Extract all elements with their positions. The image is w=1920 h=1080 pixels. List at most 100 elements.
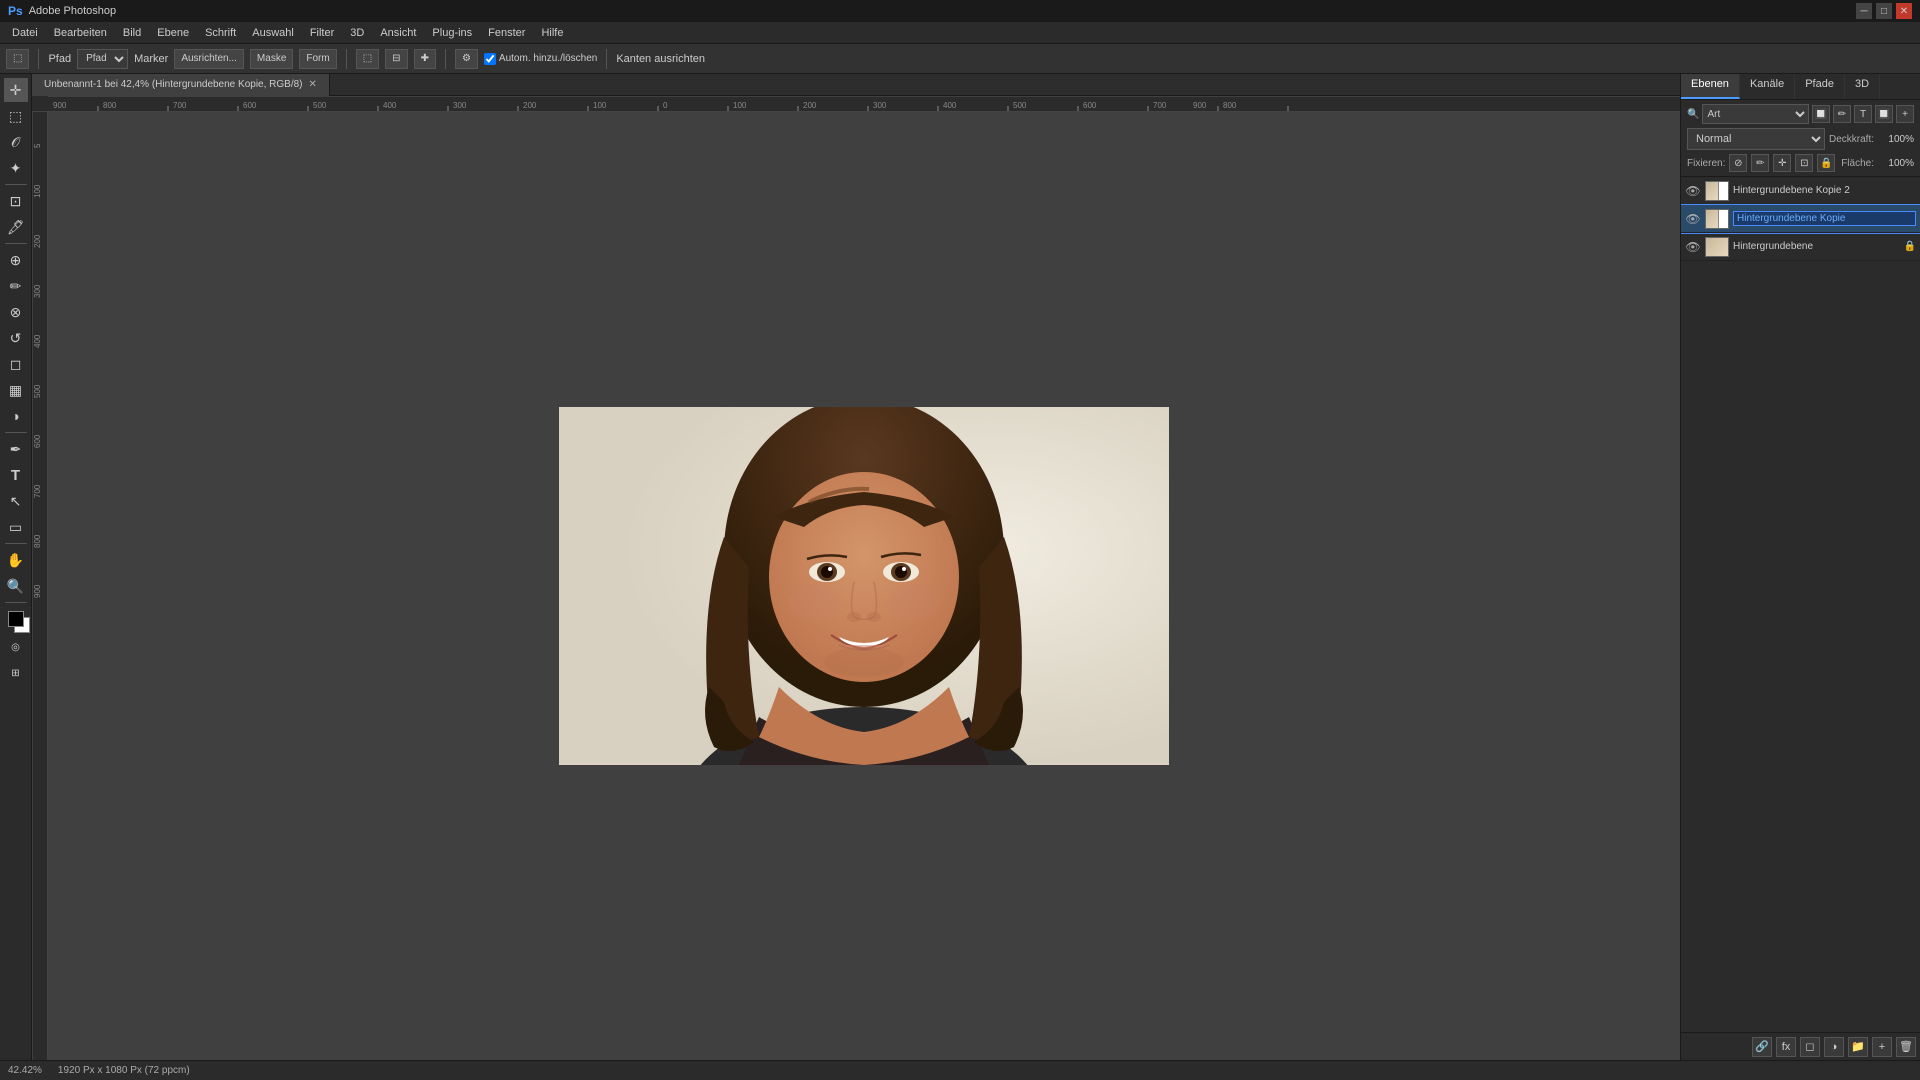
select-region-btn3[interactable]: ✚ xyxy=(414,49,436,69)
tool-magic-wand[interactable]: ✦ xyxy=(4,156,28,180)
status-bar: 42.42% 1920 Px x 1080 Px (72 ppcm) xyxy=(0,1060,1920,1080)
menu-ebene[interactable]: Ebene xyxy=(149,25,197,41)
lock-position-btn[interactable]: ✛ xyxy=(1773,154,1791,172)
lock-transparent-btn[interactable]: ⊘ xyxy=(1729,154,1747,172)
menu-datei[interactable]: Datei xyxy=(4,25,46,41)
svg-text:200: 200 xyxy=(803,101,817,110)
sep-1 xyxy=(38,49,39,69)
settings-btn[interactable]: ⚙ xyxy=(455,49,478,69)
tool-healing[interactable]: ⊕ xyxy=(4,248,28,272)
filter-type-dropdown[interactable]: Art xyxy=(1702,104,1809,124)
maximize-button[interactable]: □ xyxy=(1876,3,1892,19)
svg-text:200: 200 xyxy=(33,234,42,248)
svg-text:0: 0 xyxy=(663,101,668,110)
tool-lasso[interactable]: 𝒪 xyxy=(4,130,28,154)
tab-kanaele[interactable]: Kanäle xyxy=(1740,74,1795,99)
layer-adjustment-btn[interactable]: ◑ xyxy=(1824,1037,1844,1057)
tool-zoom[interactable]: 🔍 xyxy=(4,574,28,598)
menu-plugins[interactable]: Plug-ins xyxy=(424,25,480,41)
close-button[interactable]: ✕ xyxy=(1896,3,1912,19)
screen-mode-btn[interactable]: ⊞ xyxy=(4,661,28,685)
layer-thumbnail-1 xyxy=(1705,237,1729,257)
tool-preset-btn[interactable]: ⬚ xyxy=(6,49,29,69)
layer-visibility-2[interactable]: 👁 xyxy=(1685,211,1701,227)
document-tab[interactable]: Unbenannt-1 bei 42,4% (Hintergrundebene … xyxy=(32,74,330,96)
tool-brush[interactable]: ✏ xyxy=(4,274,28,298)
tool-select-rect[interactable]: ⬚ xyxy=(4,104,28,128)
layers-controls: 🔍 Art 🔲 ✏ T 🔲 + Normal Auflösen Abdunkel… xyxy=(1681,100,1920,177)
menu-filter[interactable]: Filter xyxy=(302,25,342,41)
window-controls[interactable]: ─ □ ✕ xyxy=(1856,3,1912,19)
tool-pen[interactable]: ✒ xyxy=(4,437,28,461)
lock-image-btn[interactable]: ✏ xyxy=(1751,154,1769,172)
tool-clone[interactable]: ⊗ xyxy=(4,300,28,324)
opacity-value[interactable]: 100% xyxy=(1878,134,1914,145)
quick-mask-btn[interactable]: ◎ xyxy=(4,635,28,659)
svg-text:800: 800 xyxy=(1223,101,1237,110)
layers-list: 👁 Hintergrundebene Kopie 2 👁 xyxy=(1681,177,1920,1032)
select-region-btn2[interactable]: ⊟ xyxy=(385,49,407,69)
maske-btn[interactable]: Maske xyxy=(250,49,293,69)
tab-bar: Unbenannt-1 bei 42,4% (Hintergrundebene … xyxy=(32,74,1680,96)
tool-history-brush[interactable]: ↺ xyxy=(4,326,28,350)
tool-eyedropper[interactable]: 🖋 xyxy=(4,215,28,239)
layer-name-3: Hintergrundebene Kopie 2 xyxy=(1733,185,1916,196)
minimize-button[interactable]: ─ xyxy=(1856,3,1872,19)
tab-close-btn[interactable]: ✕ xyxy=(309,79,317,90)
layer-item-3[interactable]: 👁 Hintergrundebene Kopie 2 xyxy=(1681,177,1920,205)
tab-3d[interactable]: 3D xyxy=(1845,74,1880,99)
tool-dodge[interactable]: ◑ xyxy=(4,404,28,428)
lock-artboard-btn[interactable]: ⊡ xyxy=(1795,154,1813,172)
layer-new-btn[interactable]: + xyxy=(1872,1037,1892,1057)
layer-style-btn[interactable]: fx xyxy=(1776,1037,1796,1057)
menu-schrift[interactable]: Schrift xyxy=(197,25,244,41)
layer-more-btn[interactable]: + xyxy=(1896,105,1914,123)
svg-text:600: 600 xyxy=(33,434,42,448)
menu-hilfe[interactable]: Hilfe xyxy=(533,25,571,41)
tool-crop[interactable]: ⊡ xyxy=(4,189,28,213)
select-region-btn[interactable]: ⬚ xyxy=(356,49,379,69)
layer-visibility-3[interactable]: 👁 xyxy=(1685,183,1701,199)
layer-smart-btn[interactable]: 🔲 xyxy=(1875,105,1893,123)
autom-checkbox[interactable] xyxy=(484,53,496,65)
layer-text-btn[interactable]: T xyxy=(1854,105,1872,123)
path-dropdown[interactable]: Pfad xyxy=(77,49,128,69)
lock-all-btn[interactable]: 🔒 xyxy=(1817,154,1835,172)
ausrichten-btn[interactable]: Ausrichten... xyxy=(174,49,244,69)
marker-label: Marker xyxy=(134,53,168,65)
layer-kind-btn[interactable]: 🔲 xyxy=(1812,105,1830,123)
layer-mask-btn[interactable]: ◻ xyxy=(1800,1037,1820,1057)
tab-pfade[interactable]: Pfade xyxy=(1795,74,1845,99)
menu-3d[interactable]: 3D xyxy=(342,25,372,41)
photo-container xyxy=(559,407,1169,765)
menu-bild[interactable]: Bild xyxy=(115,25,149,41)
foreground-color[interactable] xyxy=(8,611,24,627)
tool-eraser[interactable]: ◻ xyxy=(4,352,28,376)
tool-shape[interactable]: ▭ xyxy=(4,515,28,539)
tab-ebenen[interactable]: Ebenen xyxy=(1681,74,1740,99)
layer-group-btn[interactable]: 📁 xyxy=(1848,1037,1868,1057)
menu-ansicht[interactable]: Ansicht xyxy=(372,25,424,41)
lock-filter-icon: 🔍 xyxy=(1687,109,1699,120)
layer-item-2[interactable]: 👁 xyxy=(1681,205,1920,233)
tool-text[interactable]: T xyxy=(4,463,28,487)
fill-value[interactable]: 100% xyxy=(1878,158,1914,169)
tool-path-select[interactable]: ↖ xyxy=(4,489,28,513)
menu-fenster[interactable]: Fenster xyxy=(480,25,533,41)
svg-text:500: 500 xyxy=(33,384,42,398)
tool-move[interactable]: ✛ xyxy=(4,78,28,102)
canvas-viewport[interactable] xyxy=(48,112,1680,1060)
layer-adj-btn[interactable]: ✏ xyxy=(1833,105,1851,123)
form-btn[interactable]: Form xyxy=(299,49,336,69)
menu-bearbeiten[interactable]: Bearbeiten xyxy=(46,25,115,41)
layer-delete-btn[interactable]: 🗑 xyxy=(1896,1037,1916,1057)
menu-auswahl[interactable]: Auswahl xyxy=(244,25,302,41)
layer-link-btn[interactable]: 🔗 xyxy=(1752,1037,1772,1057)
svg-text:5: 5 xyxy=(33,143,42,148)
layer-visibility-1[interactable]: 👁 xyxy=(1685,239,1701,255)
blend-mode-select[interactable]: Normal Auflösen Abdunkeln Multiplizieren… xyxy=(1687,128,1825,150)
tool-hand[interactable]: ✋ xyxy=(4,548,28,572)
layer-name-input-2[interactable] xyxy=(1733,211,1916,226)
layer-item-1[interactable]: 👁 Hintergrundebene 🔒 xyxy=(1681,233,1920,261)
tool-gradient[interactable]: ▦ xyxy=(4,378,28,402)
